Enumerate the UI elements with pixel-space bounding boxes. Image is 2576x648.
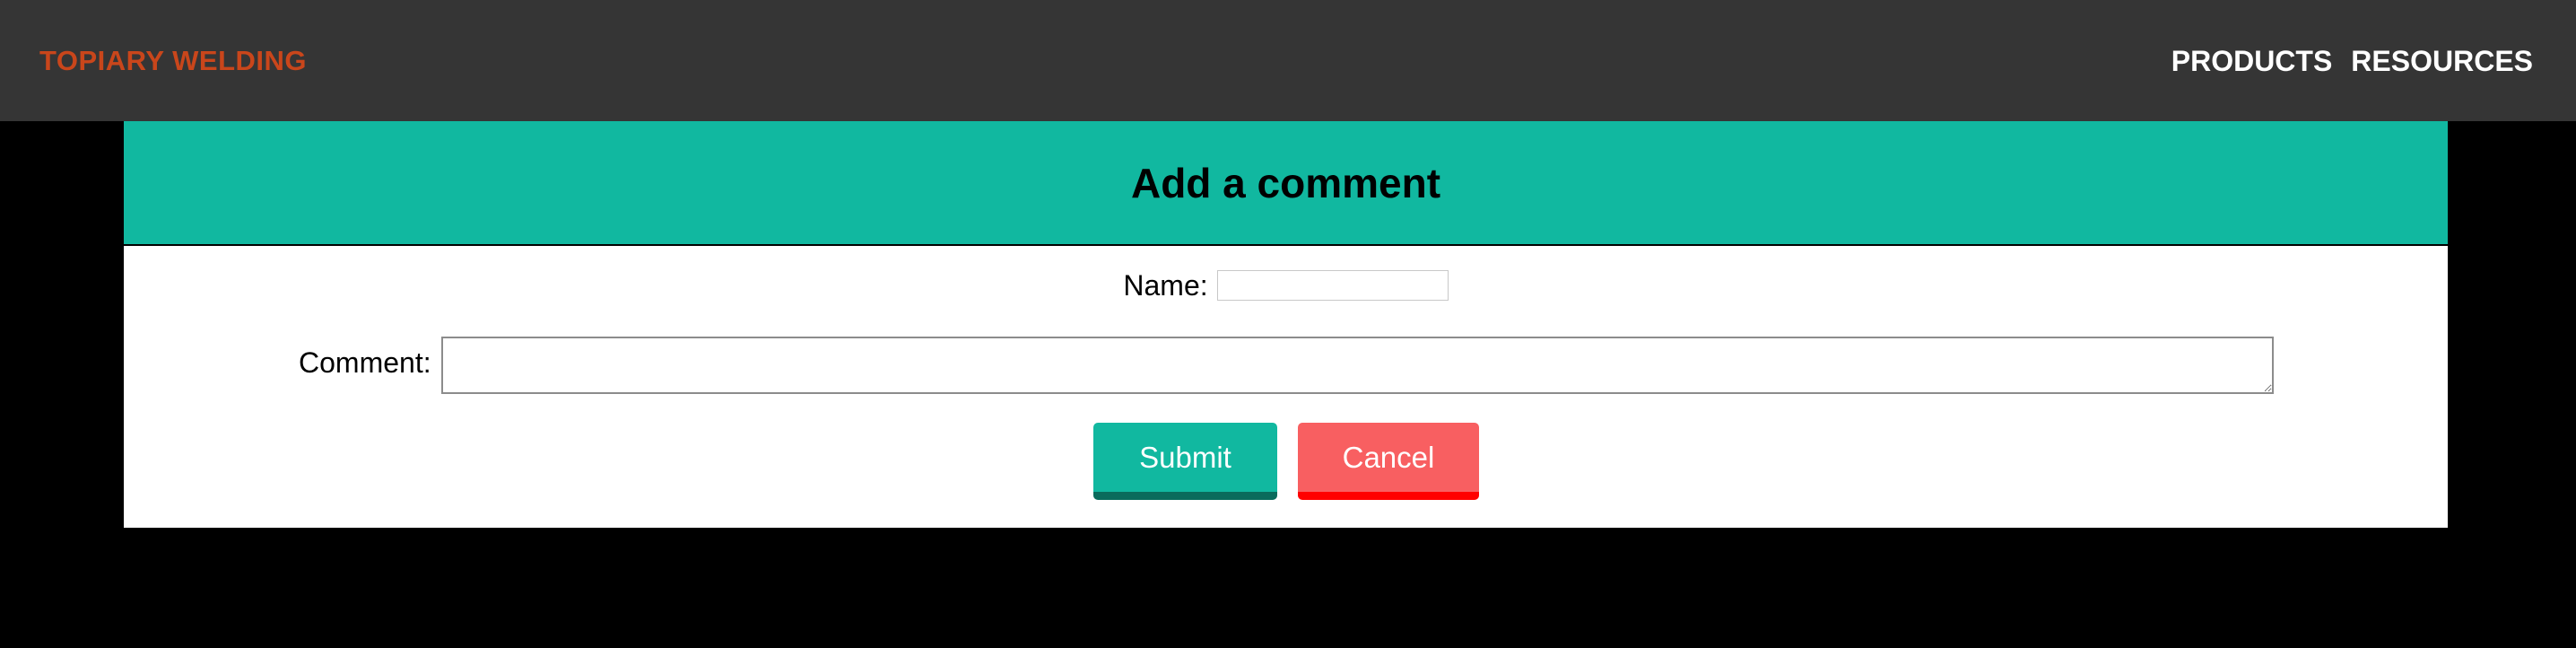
nav-link-resources[interactable]: RESOURCES: [2351, 43, 2533, 79]
comment-form-panel: Add a comment Name:: [124, 121, 2448, 528]
main-nav: PRODUCTS RESOURCES: [2171, 43, 2533, 79]
cancel-button[interactable]: Cancel: [1298, 423, 1479, 500]
name-label: Name:: [1123, 269, 1208, 302]
brand-logo[interactable]: TOPIARY WELDING: [39, 43, 307, 79]
nav-link-products[interactable]: PRODUCTS: [2171, 43, 2333, 79]
submit-button[interactable]: Submit: [1093, 423, 1277, 500]
name-row: Name:: [124, 267, 2448, 303]
name-input[interactable]: [1216, 270, 1449, 301]
comment-row: Comment:: [299, 345, 431, 381]
form-header: Add a comment: [124, 121, 2448, 246]
comment-label: Comment:: [299, 346, 431, 379]
comment-textarea[interactable]: [441, 337, 2274, 394]
top-navigation-bar: TOPIARY WELDING PRODUCTS RESOURCES: [0, 0, 2576, 121]
form-title: Add a comment: [1130, 159, 1441, 206]
